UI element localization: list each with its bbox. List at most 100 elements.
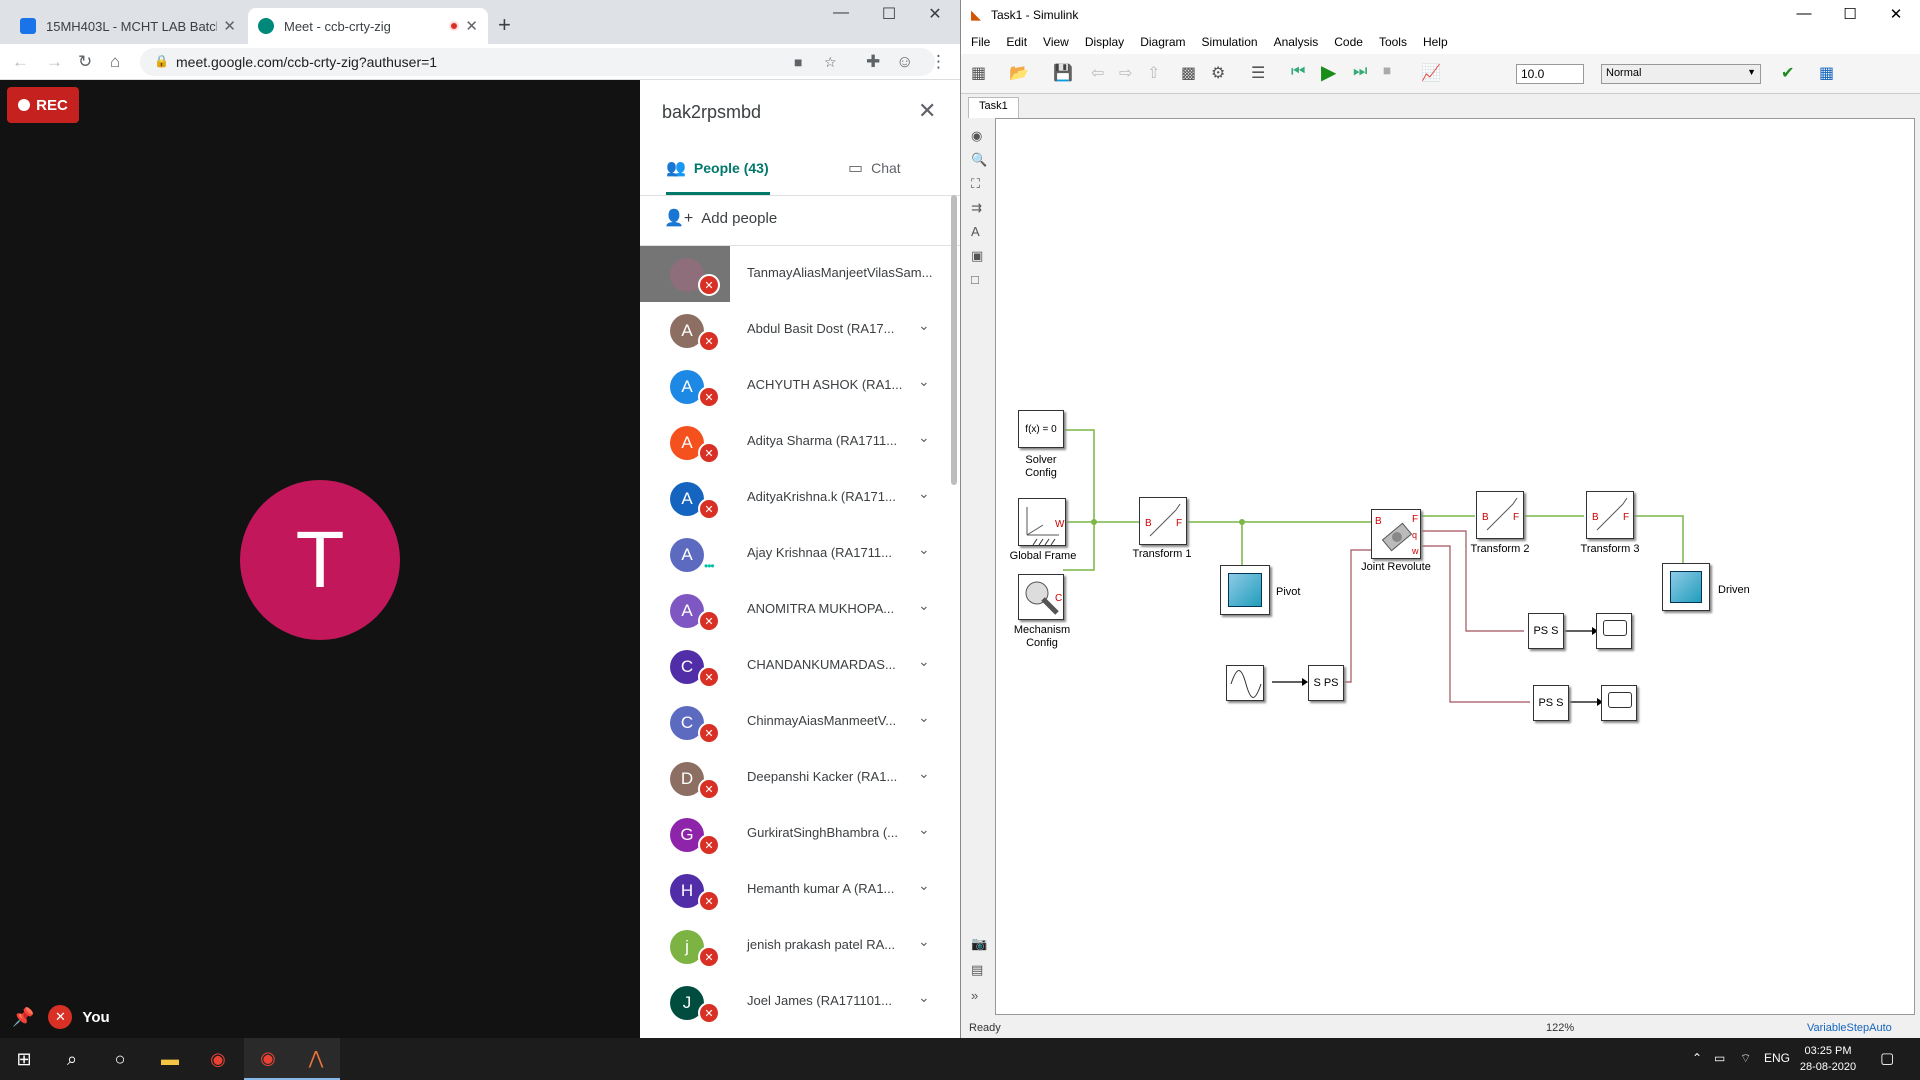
add-people-button[interactable]: 👤+ Add people	[664, 208, 777, 228]
participant-row[interactable]: H ✕ Hemanth kumar A (RA1... ⌄	[640, 862, 950, 918]
participant-row[interactable]: A ✕ ACHYUTH ASHOK (RA1... ⌄	[640, 358, 950, 414]
transform2-block[interactable]: B F	[1476, 491, 1524, 539]
chevron-down-icon[interactable]: ⌄	[918, 597, 930, 614]
menu-edit[interactable]: Edit	[1006, 35, 1027, 49]
close-window-button[interactable]: ✕	[1873, 5, 1919, 23]
ps-simulink-converter-block[interactable]: PS S	[1528, 613, 1564, 649]
tab-meet[interactable]: Meet - ccb-crty-zig ✕	[248, 8, 488, 44]
maximize-button[interactable]: ☐	[1827, 5, 1873, 23]
profile-icon[interactable]: ☺	[896, 52, 913, 72]
menu-view[interactable]: View	[1043, 35, 1069, 49]
home-icon[interactable]: ⌂	[110, 52, 120, 72]
chevron-down-icon[interactable]: ⌄	[918, 373, 930, 390]
chrome-icon[interactable]: ◉	[194, 1038, 242, 1080]
zoom-icon[interactable]: 🔍	[971, 152, 987, 168]
data-inspector-icon[interactable]: 📈	[1421, 63, 1441, 83]
search-icon[interactable]: ⌕	[48, 1038, 96, 1080]
back-arrow-icon[interactable]: ⇦	[1091, 63, 1104, 83]
pin-icon[interactable]: 📌	[12, 1007, 34, 1028]
participant-row[interactable]: J ✕ Joel James (RA171101... ⌄	[640, 974, 950, 1030]
new-model-icon[interactable]: ▦	[971, 63, 986, 83]
ps-simulink-converter-block[interactable]: PS S	[1533, 685, 1569, 721]
up-arrow-icon[interactable]: ⇧	[1147, 63, 1160, 83]
participants-scrollbar[interactable]	[951, 195, 957, 485]
build-icon[interactable]: ▦	[1819, 63, 1834, 83]
cortana-icon[interactable]: ○	[96, 1038, 144, 1080]
run-icon[interactable]: ▶	[1321, 60, 1336, 85]
chevron-down-icon[interactable]: ⌄	[918, 989, 930, 1006]
image-icon[interactable]: ▣	[971, 248, 983, 264]
start-button[interactable]: ⊞	[0, 1038, 48, 1080]
hide-explorer-icon[interactable]: ◉	[971, 128, 982, 144]
arrow-direction-icon[interactable]: ⇉	[971, 200, 982, 216]
close-tab-icon[interactable]: ✕	[465, 17, 478, 35]
chrome-active-icon[interactable]: ◉	[244, 1038, 292, 1080]
menu-file[interactable]: File	[971, 35, 990, 49]
chevron-down-icon[interactable]: ⌄	[918, 933, 930, 950]
scope-block[interactable]	[1596, 613, 1632, 649]
solver-config-block[interactable]: f(x) = 0	[1018, 410, 1064, 448]
participant-row[interactable]: D ✕ Deepanshi Kacker (RA1... ⌄	[640, 750, 950, 806]
participant-row[interactable]: A ✕ Aditya Sharma (RA1711... ⌄	[640, 414, 950, 470]
participant-row[interactable]: A ✕ AdityaKrishna.k (RA171... ⌄	[640, 470, 950, 526]
menu-simulation[interactable]: Simulation	[1202, 35, 1258, 49]
close-window-button[interactable]: ✕	[912, 4, 958, 24]
expand-icon[interactable]: »	[971, 988, 978, 1003]
simulink-ps-converter-block[interactable]: S PS	[1308, 665, 1344, 701]
extensions-icon[interactable]: ✚	[866, 52, 880, 72]
tab-task1[interactable]: Task1	[968, 97, 1019, 118]
annotation-icon[interactable]: A	[971, 224, 980, 239]
stop-time-input[interactable]: 10.0	[1516, 64, 1584, 84]
participant-row[interactable]: A ••• Ajay Krishnaa (RA1711... ⌄	[640, 526, 950, 582]
reload-icon[interactable]: ↻	[78, 52, 92, 72]
forward-arrow-icon[interactable]: ⇨	[1119, 63, 1132, 83]
mechanism-config-block[interactable]: C	[1018, 574, 1064, 620]
participant-row[interactable]: ✕ TanmayAliasManjeetVilasSam...	[640, 246, 950, 302]
matlab-icon[interactable]: ⋀	[292, 1038, 340, 1080]
model-settings-icon[interactable]: ⚙	[1211, 63, 1225, 83]
screenshot-icon[interactable]: 📷	[971, 936, 987, 952]
show-hidden-icons-icon[interactable]: ⌃	[1692, 1051, 1702, 1065]
close-tab-icon[interactable]: ✕	[223, 17, 236, 35]
participant-row[interactable]: A ✕ ANOMITRA MUKHOPA... ⌄	[640, 582, 950, 638]
chevron-down-icon[interactable]: ⌄	[918, 821, 930, 838]
chevron-down-icon[interactable]: ⌄	[918, 653, 930, 670]
transform3-block[interactable]: B F	[1586, 491, 1634, 539]
chevron-down-icon[interactable]: ⌄	[918, 765, 930, 782]
model-canvas[interactable]: f(x) = 0 Solver Config W Global Frame C …	[995, 118, 1915, 1015]
model-browser-icon[interactable]: ▤	[971, 962, 983, 978]
transform1-block[interactable]: B F	[1139, 497, 1187, 545]
tab-people[interactable]: 👥 People (43)	[666, 158, 769, 178]
library-browser-icon[interactable]: ▩	[1181, 63, 1196, 83]
participant-row[interactable]: A ✕ Abdul Basit Dost (RA17... ⌄	[640, 302, 950, 358]
step-forward-icon[interactable]: ⏭	[1353, 63, 1367, 81]
menu-help[interactable]: Help	[1423, 35, 1448, 49]
address-bar[interactable]: 🔒 meet.google.com/ccb-crty-zig?authuser=…	[140, 48, 935, 76]
stop-icon[interactable]: ⏹	[1383, 63, 1391, 81]
forward-icon[interactable]: →	[46, 52, 63, 72]
wifi-icon[interactable]: ⌔	[1740, 1051, 1751, 1066]
file-explorer-icon[interactable]: ▬	[146, 1038, 194, 1080]
chevron-down-icon[interactable]: ⌄	[918, 877, 930, 894]
menu-diagram[interactable]: Diagram	[1140, 35, 1185, 49]
menu-analysis[interactable]: Analysis	[1274, 35, 1319, 49]
chevron-down-icon[interactable]: ⌄	[918, 709, 930, 726]
chevron-down-icon[interactable]: ⌄	[918, 429, 930, 446]
solver-link[interactable]: VariableStepAuto	[1807, 1022, 1892, 1034]
chevron-down-icon[interactable]: ⌄	[918, 541, 930, 558]
bookmark-star-icon[interactable]: ☆	[824, 54, 837, 71]
maximize-button[interactable]: ☐	[866, 4, 912, 24]
sine-wave-block[interactable]	[1226, 665, 1264, 701]
language-indicator[interactable]: ENG	[1764, 1051, 1790, 1065]
lock-icon[interactable]: 🔒	[154, 54, 169, 68]
new-tab-button[interactable]: +	[498, 12, 511, 38]
global-frame-block[interactable]: W	[1018, 498, 1066, 546]
back-icon[interactable]: ←	[12, 52, 29, 72]
area-icon[interactable]: □	[971, 272, 979, 287]
tab-chat[interactable]: ▭ Chat	[848, 158, 901, 178]
camera-icon[interactable]: ■	[794, 54, 802, 70]
pivot-block[interactable]	[1220, 565, 1270, 615]
model-advisor-icon[interactable]: ✔	[1781, 63, 1794, 83]
minimize-button[interactable]: —	[1781, 5, 1827, 22]
joint-revolute-block[interactable]: B F q w	[1371, 509, 1421, 559]
